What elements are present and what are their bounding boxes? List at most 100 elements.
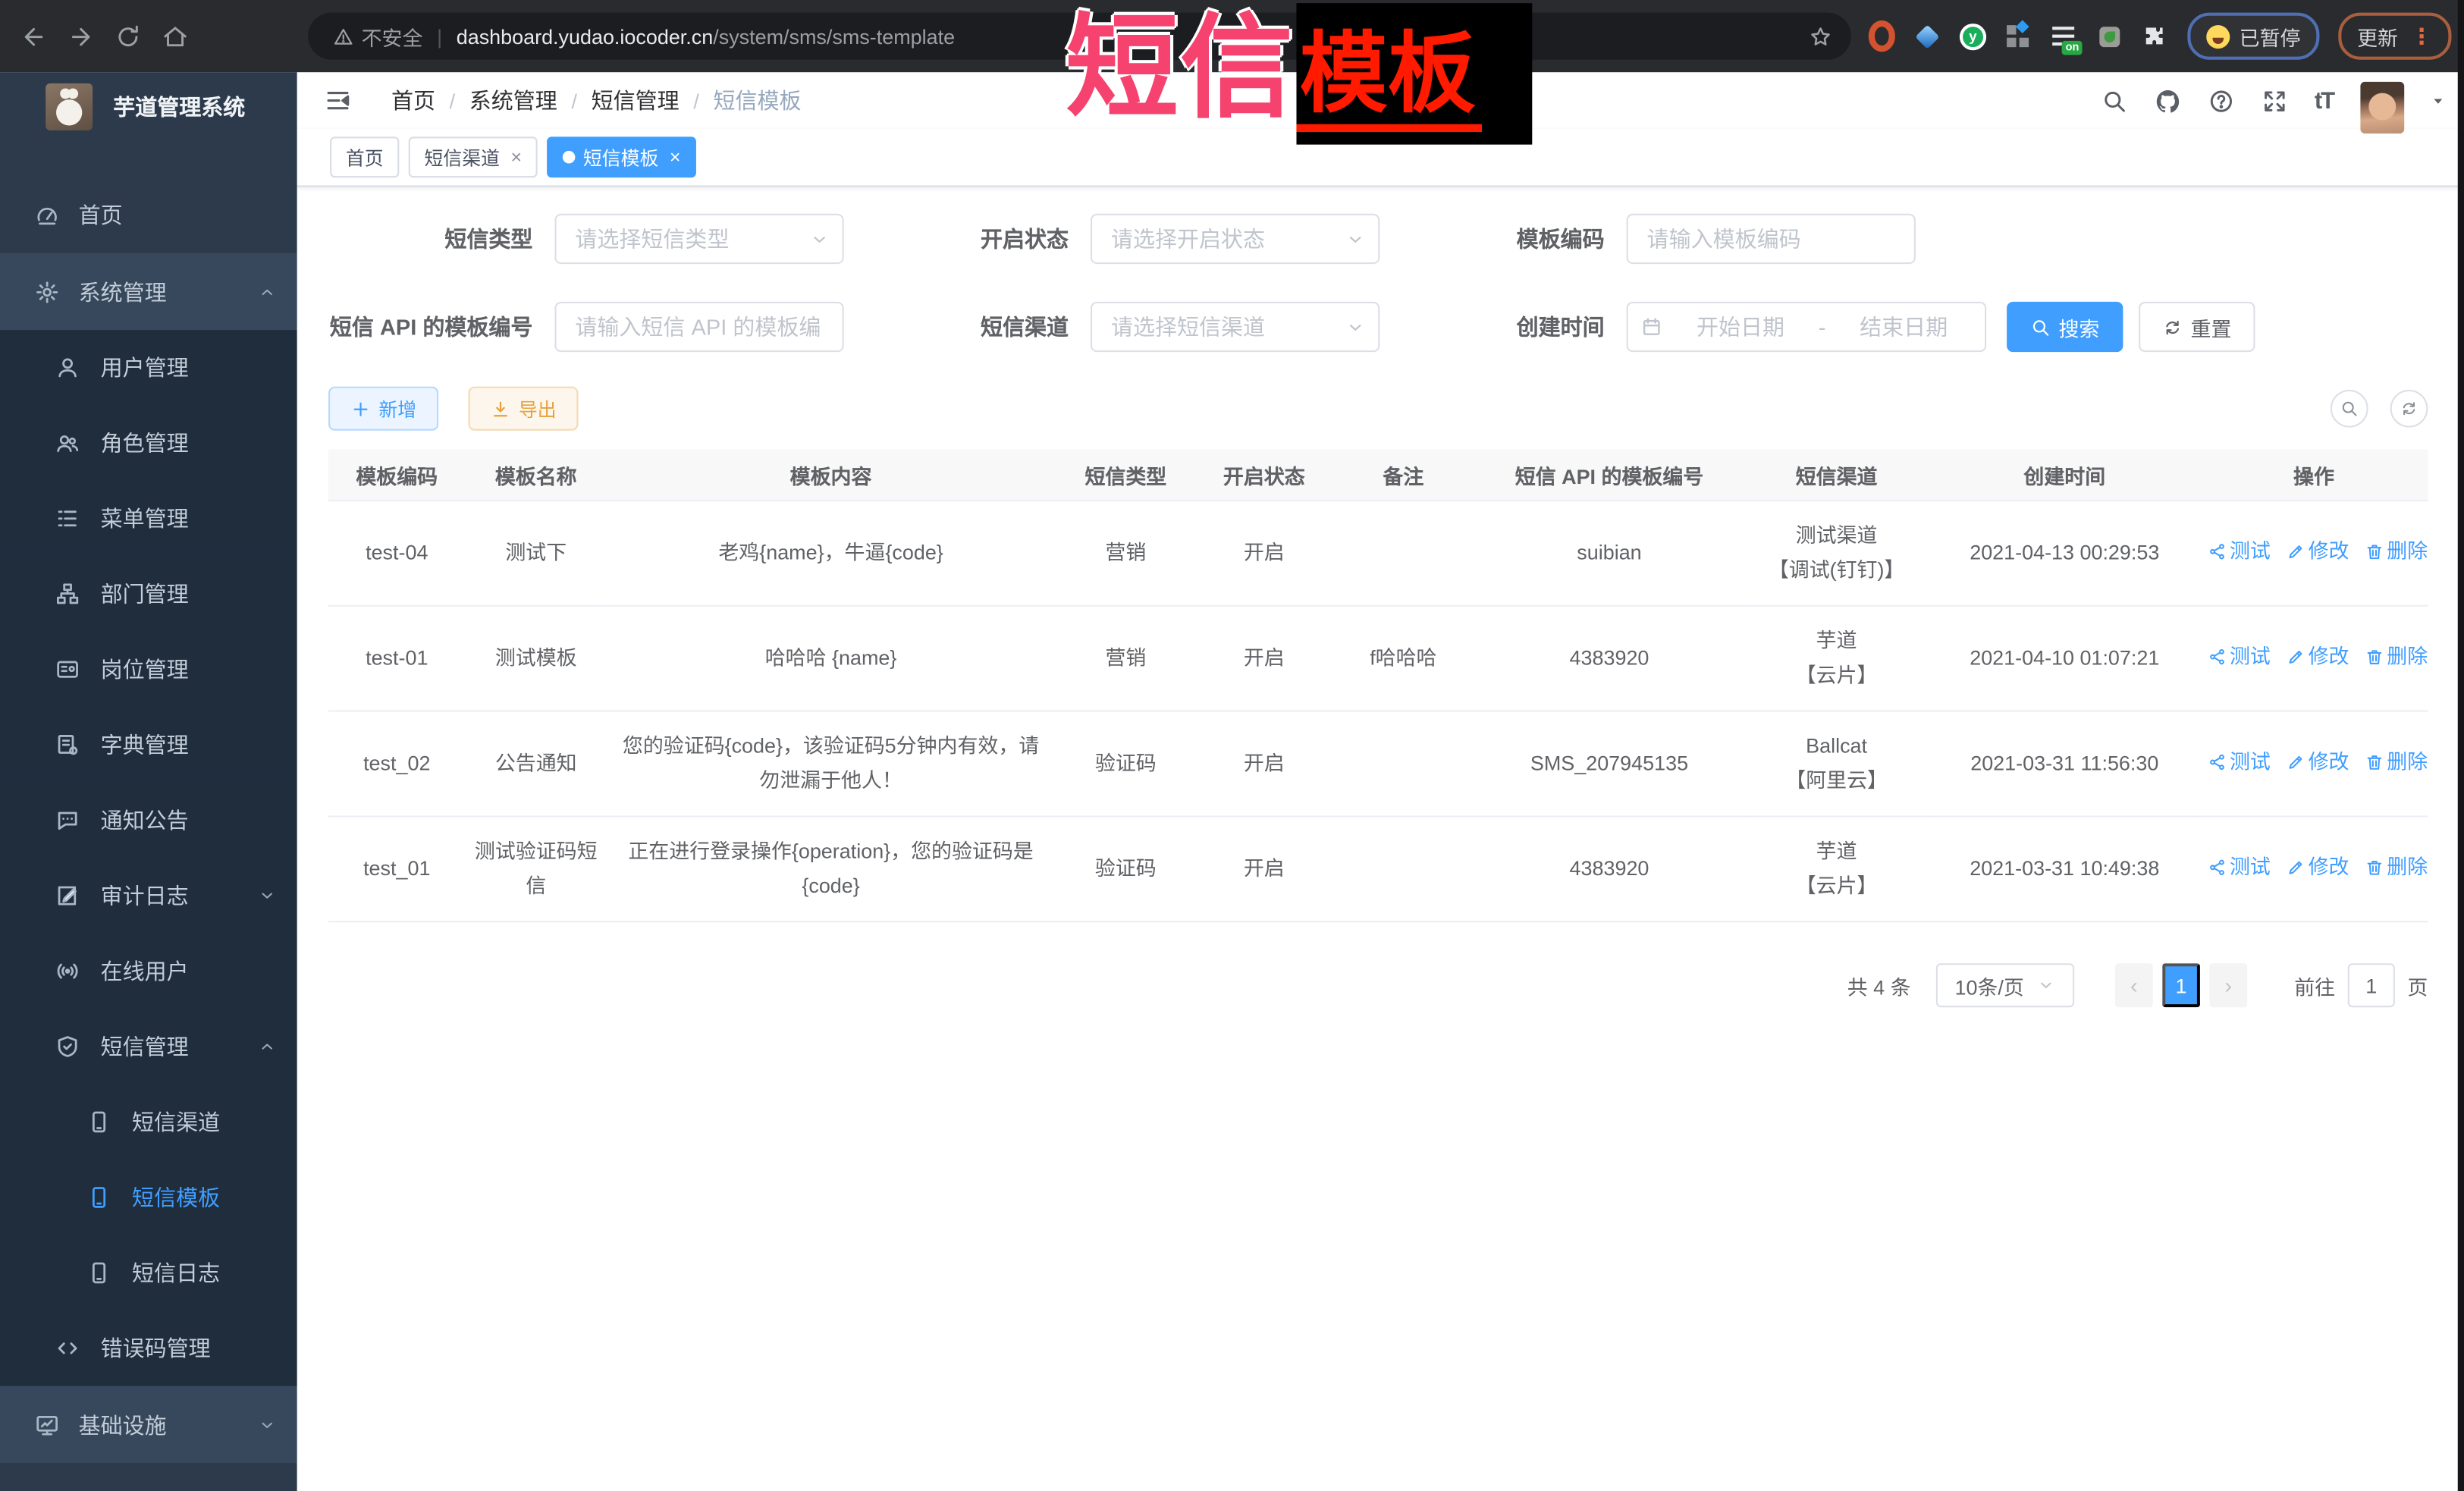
table-toolbar: 新增 导出 <box>328 387 2428 431</box>
address-bar[interactable]: 不安全 | dashboard.yudao.iocoder.cn/system/… <box>308 13 1851 60</box>
browser-menu-icon[interactable]: ⋮ <box>2411 23 2433 49</box>
cell-text: test_02 <box>328 729 465 798</box>
测试-link[interactable]: 测试 <box>2208 535 2271 570</box>
cell-text: 测试下 <box>465 519 607 588</box>
修改-link[interactable]: 修改 <box>2287 639 2349 674</box>
search-button-label: 搜索 <box>2058 312 2099 341</box>
profile-status: 已暂停 <box>2240 21 2301 51</box>
page-size-select[interactable]: 10条/页 <box>1936 963 2074 1007</box>
status-select[interactable]: 请选择开启状态 <box>1091 214 1380 264</box>
cell-text: 测试模板 <box>465 624 607 693</box>
browser-update-chip[interactable]: 更新 ⋮ <box>2338 13 2451 60</box>
sidebar-item-notice-announcement[interactable]: 通知公告 <box>0 783 297 858</box>
删除-link[interactable]: 删除 <box>2365 535 2428 570</box>
user-avatar[interactable] <box>2360 81 2404 133</box>
sms-type-select[interactable]: 请选择短信类型 <box>554 214 843 264</box>
修改-link[interactable]: 修改 <box>2287 850 2349 885</box>
header-search-icon[interactable] <box>2101 87 2127 114</box>
cell-code: test-04 <box>328 501 465 606</box>
reset-button[interactable]: 重置 <box>2139 302 2255 352</box>
breadcrumb-item[interactable]: 首页 <box>391 85 435 116</box>
fullscreen-icon[interactable] <box>2261 87 2287 114</box>
sidebar-item-online-users[interactable]: 在线用户 <box>0 934 297 1009</box>
sidebar-item-role-management[interactable]: 角色管理 <box>0 406 297 481</box>
sidebar-item-audit-log[interactable]: 审计日志 <box>0 858 297 933</box>
sidebar-item-home[interactable]: 首页 <box>0 176 297 253</box>
sidebar-item-dict-management[interactable]: 字典管理 <box>0 707 297 782</box>
extension-kite-icon[interactable] <box>1914 23 1941 49</box>
extensions-puzzle-icon[interactable] <box>2142 23 2168 49</box>
export-button[interactable]: 导出 <box>469 387 579 431</box>
show-search-toggle-button[interactable] <box>2331 390 2368 428</box>
sidebar-item-dept-management[interactable]: 部门管理 <box>0 557 297 632</box>
sidebar-item-sms-template[interactable]: 短信模板 <box>0 1160 297 1235</box>
screen-right-edge <box>2458 0 2464 1491</box>
sidebar-item-post-management[interactable]: 岗位管理 <box>0 632 297 707</box>
close-tag-icon[interactable]: × <box>670 146 681 168</box>
current-page-button[interactable]: 1 <box>2162 963 2200 1007</box>
browser-reload-icon[interactable] <box>115 23 141 49</box>
goto-page-input[interactable]: 1 <box>2348 963 2395 1007</box>
删除-link[interactable]: 删除 <box>2365 745 2428 780</box>
extension-list-icon[interactable]: on <box>2051 23 2077 49</box>
sidebar-item-user-management[interactable]: 用户管理 <box>0 330 297 405</box>
app-title: 芋道管理系统 <box>113 91 245 122</box>
sidebar-item-menu-management[interactable]: 菜单管理 <box>0 481 297 556</box>
create-time-range-picker[interactable]: 开始日期 - 结束日期 <box>1627 302 1987 352</box>
extension-ring-icon[interactable] <box>1869 23 1895 49</box>
tag-短信渠道[interactable]: 短信渠道× <box>409 137 538 177</box>
sidebar-item-sms-log[interactable]: 短信日志 <box>0 1235 297 1311</box>
sidebar-item-infrastructure[interactable]: 基础设施 <box>0 1386 297 1464</box>
help-icon[interactable] <box>2208 87 2234 114</box>
sidebar-item-system-management[interactable]: 系统管理 <box>0 253 297 331</box>
font-size-icon[interactable]: tT <box>2315 87 2334 114</box>
refresh-table-button[interactable] <box>2390 390 2428 428</box>
browser-home-icon[interactable] <box>162 23 188 49</box>
测试-link[interactable]: 测试 <box>2208 850 2271 885</box>
测试-link[interactable]: 测试 <box>2208 745 2271 780</box>
column-header-api_id: 短信 API 的模板编号 <box>1475 450 1744 501</box>
删除-link[interactable]: 删除 <box>2365 850 2428 885</box>
avatar-caret-icon[interactable] <box>2431 93 2446 108</box>
template-code-input[interactable] <box>1628 215 1914 262</box>
collapse-sidebar-icon[interactable] <box>324 86 352 115</box>
browser-profile-chip[interactable]: 已暂停 <box>2187 13 2319 60</box>
tag-首页[interactable]: 首页 <box>330 137 399 177</box>
extension-pen-icon[interactable] <box>2096 23 2123 49</box>
refresh-icon <box>2162 317 2183 337</box>
修改-link[interactable]: 修改 <box>2287 745 2349 780</box>
channel-select[interactable]: 请选择短信渠道 <box>1091 302 1380 352</box>
breadcrumb-item[interactable]: 短信管理 <box>592 85 680 116</box>
sidebar-item-error-code-management[interactable]: 错误码管理 <box>0 1311 297 1386</box>
search-button[interactable]: 搜索 <box>2007 302 2123 352</box>
close-tag-icon[interactable]: × <box>510 146 522 168</box>
template-code-field[interactable] <box>1627 214 1916 264</box>
tag-短信模板[interactable]: 短信模板× <box>547 137 696 177</box>
prev-page-button[interactable]: ‹ <box>2115 963 2153 1007</box>
extension-y-icon[interactable]: y <box>1960 23 1986 49</box>
status-label: 开启状态 <box>844 223 1091 254</box>
sidebar-menu: 首页系统管理用户管理角色管理菜单管理部门管理岗位管理字典管理通知公告审计日志在线… <box>0 176 297 1463</box>
sidebar-item-label: 短信管理 <box>101 1031 189 1062</box>
sidebar-item-sms-channel[interactable]: 短信渠道 <box>0 1085 297 1160</box>
测试-link[interactable]: 测试 <box>2208 639 2271 674</box>
add-button[interactable]: 新增 <box>328 387 438 431</box>
extension-grid-icon[interactable] <box>2005 23 2032 49</box>
api-template-id-input[interactable] <box>557 303 843 350</box>
breadcrumb-item[interactable]: 系统管理 <box>469 85 557 116</box>
sidebar-logo-row[interactable]: 芋道管理系统 <box>0 72 297 141</box>
删除-link[interactable]: 删除 <box>2365 639 2428 674</box>
column-header-created: 创建时间 <box>1929 450 2200 501</box>
修改-link[interactable]: 修改 <box>2287 535 2349 570</box>
table-row: test-01测试模板哈哈哈 {name}营销开启f哈哈哈4383920芋道 【… <box>328 606 2428 711</box>
browser-back-icon[interactable] <box>20 23 47 49</box>
book-icon <box>55 733 80 758</box>
bookmark-star-icon[interactable] <box>1809 24 1832 48</box>
api-template-id-field[interactable] <box>554 302 843 352</box>
github-icon[interactable] <box>2154 87 2180 114</box>
browser-forward-icon[interactable] <box>67 23 94 49</box>
sidebar-item-sms-management[interactable]: 短信管理 <box>0 1009 297 1084</box>
chevron-down-icon <box>2036 976 2055 995</box>
dept-icon <box>55 582 80 607</box>
next-page-button[interactable]: › <box>2209 963 2247 1007</box>
